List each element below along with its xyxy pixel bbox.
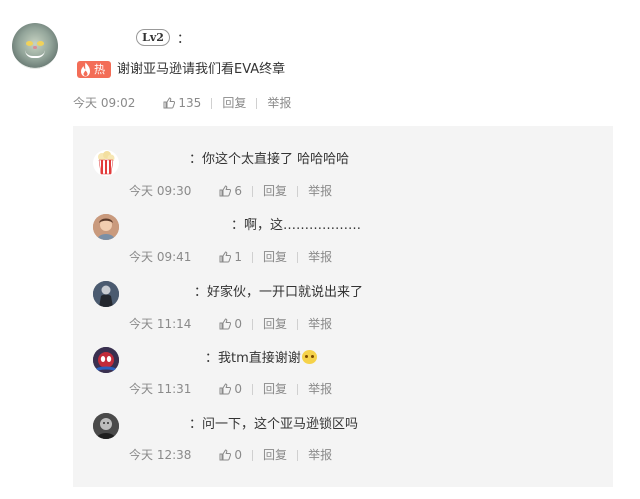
main-comment-avatar[interactable]	[12, 23, 58, 69]
reply-text: ：你这个太直接了 哈哈哈哈	[189, 151, 349, 169]
like-count: 0	[234, 382, 243, 396]
like-button[interactable]: 6	[219, 183, 242, 199]
spiderman-avatar-icon	[93, 347, 119, 373]
reply-avatar[interactable]	[93, 214, 119, 240]
report-button[interactable]: 举报	[308, 381, 332, 397]
report-button[interactable]: 举报	[308, 249, 332, 265]
comment-time: 今天 09:02	[73, 96, 136, 110]
reply-meta: 今天 09:30 6 回复 举报	[129, 183, 332, 199]
reply-colon: ：	[231, 218, 245, 233]
reply-content: 好家伙，一开口就说出来了	[207, 285, 364, 300]
person-avatar-icon	[93, 214, 119, 240]
like-button[interactable]: 0	[219, 447, 242, 463]
reply-time: 今天 11:14	[129, 317, 192, 331]
reply-button[interactable]: 回复	[222, 95, 246, 111]
report-button[interactable]: 举报	[308, 183, 332, 199]
reply-text: ：我tm直接谢谢	[205, 350, 317, 368]
reply-time: 今天 11:31	[129, 382, 192, 396]
reply-button[interactable]: 回复	[263, 316, 287, 332]
flame-icon	[81, 62, 90, 77]
avatar-eye	[37, 41, 44, 46]
avatar-nose	[33, 46, 37, 49]
divider	[256, 97, 258, 109]
reply-avatar[interactable]	[93, 150, 119, 176]
report-button[interactable]: 举报	[308, 316, 332, 332]
reply-button[interactable]: 回复	[263, 447, 287, 463]
reply-colon: ：	[189, 417, 203, 432]
reply-colon: ：	[205, 351, 219, 366]
divider	[252, 251, 254, 263]
thumbs-up-icon	[219, 449, 232, 461]
reply-meta: 今天 09:41 1 回复 举报	[129, 249, 332, 265]
divider	[252, 185, 254, 197]
reply-text: ：好家伙，一开口就说出来了	[194, 284, 363, 302]
divider	[252, 449, 254, 461]
divider	[297, 383, 299, 395]
like-button[interactable]: 135	[163, 95, 201, 111]
reply-content: 问一下，这个亚马逊锁区吗	[202, 417, 359, 432]
thumbs-up-icon	[219, 251, 232, 263]
report-button[interactable]: 举报	[267, 95, 291, 111]
reply-button[interactable]: 回复	[263, 249, 287, 265]
reply-avatar[interactable]	[93, 281, 119, 307]
reply-time: 今天 09:30	[129, 184, 192, 198]
reply-colon: ：	[189, 152, 203, 167]
reply-content: 你这个太直接了 哈哈哈哈	[202, 152, 350, 167]
reply-time: 今天 09:41	[129, 250, 192, 264]
popcorn-avatar-icon	[98, 151, 115, 175]
like-button[interactable]: 1	[219, 249, 242, 265]
thumbs-up-icon	[163, 97, 176, 109]
divider	[252, 383, 254, 395]
reply-meta: 今天 12:38 0 回复 举报	[129, 447, 332, 463]
reply-meta: 今天 11:31 0 回复 举报	[129, 381, 332, 397]
avatar-eye	[26, 41, 33, 46]
divider	[297, 251, 299, 263]
divider	[252, 318, 254, 330]
thumbs-up-icon	[219, 383, 232, 395]
reply-content: 我tm直接谢谢	[218, 351, 301, 366]
reply-button[interactable]: 回复	[263, 183, 287, 199]
like-count: 1	[234, 250, 243, 264]
reply-colon: ：	[194, 285, 208, 300]
reply-text: ：问一下，这个亚马逊锁区吗	[189, 416, 358, 434]
reply-button[interactable]: 回复	[263, 381, 287, 397]
main-comment-text: 谢谢亚马逊请我们看EVA终章	[117, 62, 286, 77]
reply-time: 今天 12:38	[129, 448, 192, 462]
main-comment-colon: ：	[177, 32, 191, 47]
level-badge: Lv2	[136, 29, 170, 46]
like-button[interactable]: 0	[219, 381, 242, 397]
like-count: 0	[234, 448, 243, 462]
main-comment-meta: 今天 09:02 135 回复 举报	[73, 95, 291, 111]
divider	[297, 185, 299, 197]
reply-content: 啊，这………………	[244, 218, 362, 233]
reply-meta: 今天 11:14 0 回复 举报	[129, 316, 332, 332]
dog-face-emoji-icon	[301, 350, 317, 364]
like-count: 0	[234, 317, 243, 331]
like-count: 135	[178, 96, 202, 110]
report-button[interactable]: 举报	[308, 447, 332, 463]
like-count: 6	[234, 184, 243, 198]
figure-avatar-icon	[93, 281, 119, 307]
divider	[211, 97, 213, 109]
reply-text: ：啊，这………………	[231, 217, 361, 235]
divider	[297, 449, 299, 461]
reply-avatar[interactable]	[93, 413, 119, 439]
monochrome-avatar-icon	[93, 413, 119, 439]
hot-badge: 热	[77, 61, 111, 78]
thumbs-up-icon	[219, 318, 232, 330]
hot-label: 热	[94, 63, 105, 76]
reply-avatar[interactable]	[93, 347, 119, 373]
divider	[297, 318, 299, 330]
like-button[interactable]: 0	[219, 316, 242, 332]
avatar-mouth	[25, 50, 45, 58]
thumbs-up-icon	[219, 185, 232, 197]
